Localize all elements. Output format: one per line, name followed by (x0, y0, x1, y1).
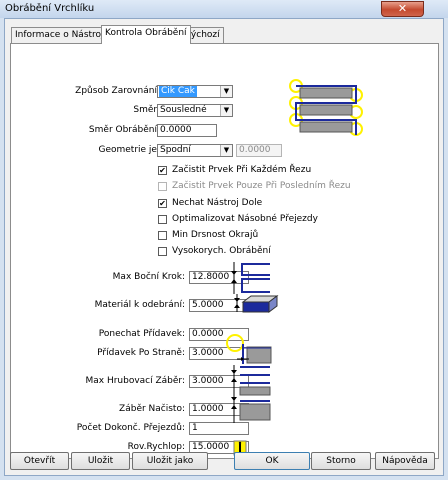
cancel-button[interactable]: Storno (311, 452, 371, 470)
close-icon: ✕ (397, 2, 408, 15)
chevron-down-icon[interactable]: ▼ (220, 86, 232, 97)
tab-kontrola-obrabeni[interactable]: Kontrola Obrábění (101, 25, 191, 44)
zigzag-toolpath-icon (289, 79, 363, 136)
pridavek-po-strane-label: Přídavek Po Straně: (97, 348, 185, 358)
tab-label: Kontrola Obrábění (105, 28, 187, 38)
checkmark-icon: ✔ (159, 199, 166, 208)
checkmark-icon: ✔ (159, 166, 166, 175)
rough-depth-icon (231, 365, 271, 397)
max-bocni-krok-label: Max Boční Krok: (112, 272, 185, 282)
pocet-dokonc-prejezdu-input[interactable]: 1 (189, 422, 249, 435)
side-allowance-icon (226, 334, 272, 364)
smer-obrabeni-label: Směr Obrábění: (88, 125, 160, 135)
ponechat-pridavek-label: Ponechat Přídavek: (98, 329, 185, 339)
checkbox-label: Nechat Nástroj Dole (172, 198, 263, 208)
chevron-down-icon[interactable]: ▼ (220, 145, 232, 156)
machining-control-panel: Způsob Zarovnání: Cik Cak ▼ Směr: Sousle… (10, 43, 439, 459)
window-title: Obrábění Vrchlíku (5, 3, 95, 14)
geometrie-extra-input: 0.0000 (236, 144, 282, 157)
help-button[interactable]: Nápověda (375, 452, 435, 470)
rov-rychlop-label: Rov.Rychlop: (127, 442, 185, 452)
tab-informace-o-nastroji[interactable]: Informace o Nástroji (11, 27, 111, 43)
material-k-odebrani-label: Materiál k odebrání: (94, 300, 185, 310)
zpusob-zarovnani-value: Cik Cak (159, 86, 197, 97)
pocet-dokonc-prejezdu-label: Počet Dokonč. Přejezdů: (76, 423, 185, 433)
save-button[interactable]: Uložit (71, 452, 130, 470)
smer-obrabeni-input[interactable]: 0.0000 (157, 124, 217, 137)
checkbox-nechat-nastroj-dole[interactable]: ✔ (158, 199, 167, 208)
stock-block-icon (234, 294, 279, 313)
title-bar: Obrábění Vrchlíku ✕ (0, 0, 448, 18)
checkbox-optimalizovat-prejezdy[interactable] (158, 215, 167, 224)
smer-value: Sousledné (160, 105, 207, 115)
zpusob-zarovnani-label: Způsob Zarovnání: (75, 86, 160, 96)
checkbox-label: Začistit Prvek Pouze Při Posledním Řezu (172, 181, 351, 191)
checkbox-label: Optimalizovat Násobné Přejezdy (172, 214, 318, 224)
geometrie-value: Spodní (160, 145, 191, 155)
zaber-nacisto-label: Záběr Načisto: (119, 404, 185, 414)
finish-depth-icon (231, 395, 271, 423)
tab-label: Informace o Nástroji (15, 30, 107, 40)
chevron-down-icon[interactable]: ▼ (220, 105, 232, 116)
smer-label: Směr: (133, 105, 160, 115)
ok-button[interactable]: OK (234, 452, 310, 470)
geometrie-label: Geometrie je: (98, 145, 160, 155)
close-button[interactable]: ✕ (381, 1, 424, 17)
checkbox-vysokorych-obrabeni[interactable] (158, 247, 167, 256)
dialog-body: Informace o Nástroji Kontrola Obrábění V… (4, 18, 444, 476)
checkbox-label: Min Drsnost Okrajů (172, 230, 259, 240)
open-button[interactable]: Otevřít (10, 452, 69, 470)
max-hrubovaci-zaber-label: Max Hrubovací Záběr: (85, 376, 185, 386)
smer-select[interactable]: Sousledné ▼ (157, 104, 233, 117)
checkbox-label: Začistit Prvek Při Každém Řezu (172, 165, 312, 175)
checkbox-label: Vysokorych. Obrábění (172, 246, 271, 256)
checkbox-min-drsnost[interactable] (158, 231, 167, 240)
save-as-button[interactable]: Uložit jako (132, 452, 208, 470)
geometrie-select[interactable]: Spodní ▼ (157, 144, 233, 157)
zpusob-zarovnani-select[interactable]: Cik Cak ▼ (157, 85, 233, 98)
checkbox-zacistit-kazdy-rez[interactable]: ✔ (158, 166, 167, 175)
checkbox-zacistit-posledni-rez (158, 182, 167, 191)
stepover-icon (231, 262, 270, 294)
